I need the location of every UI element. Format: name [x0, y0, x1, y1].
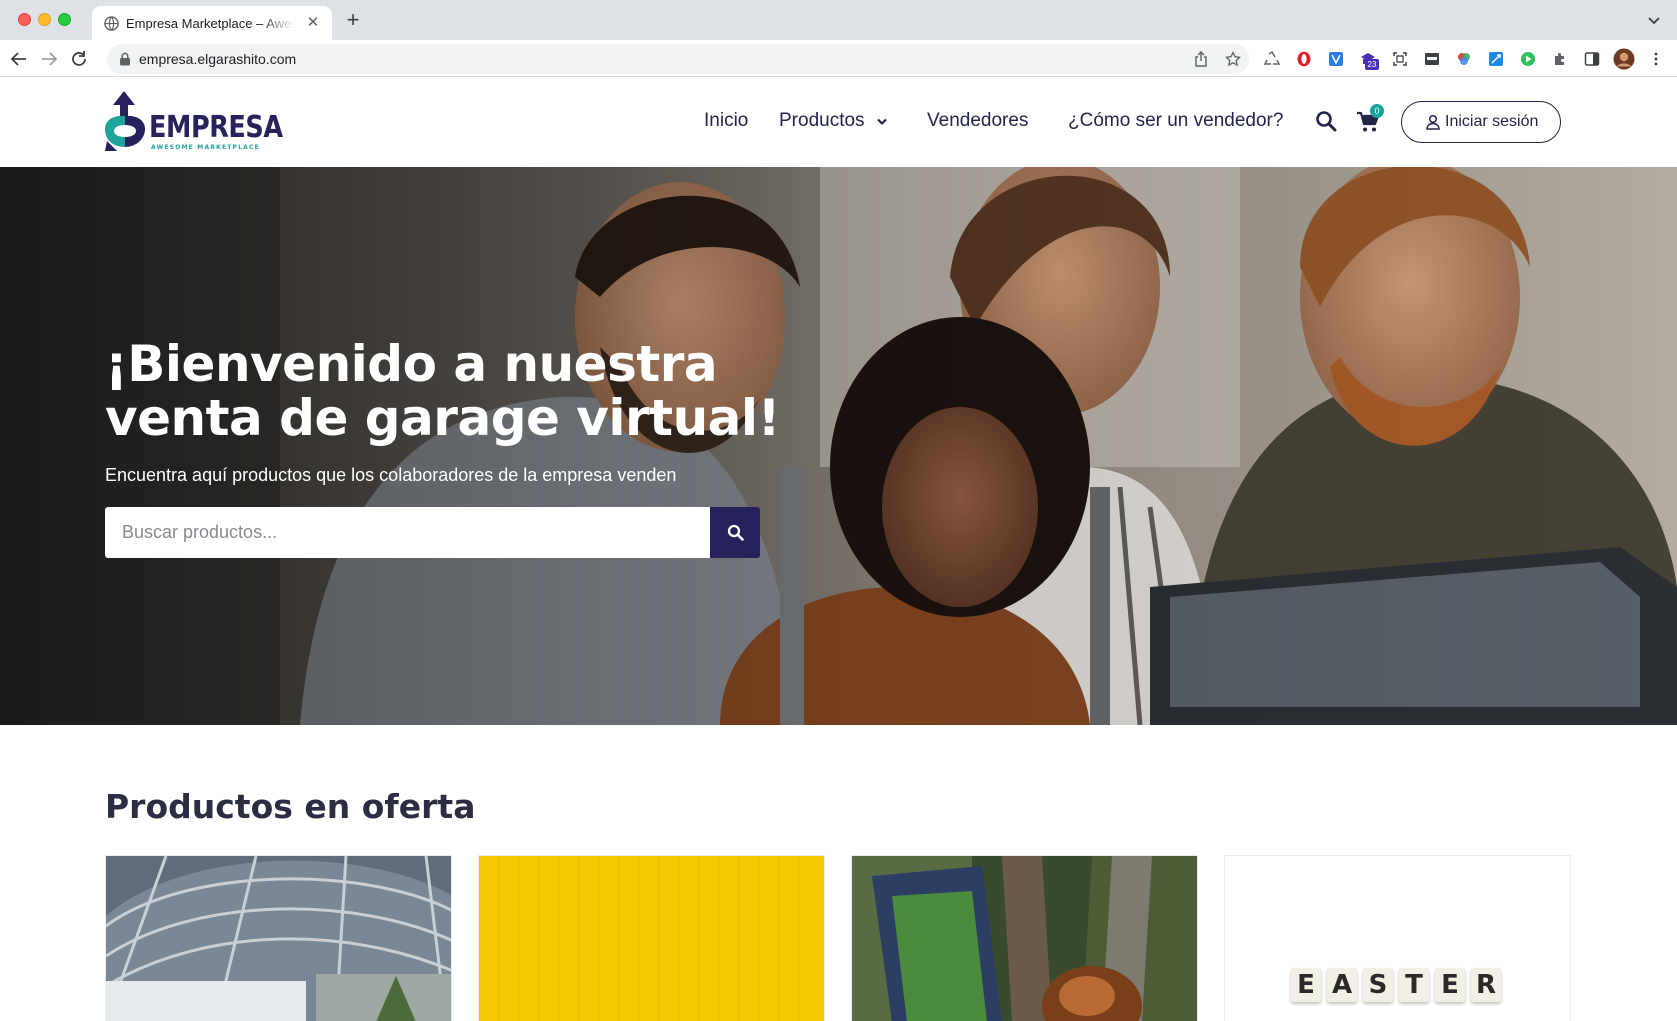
close-window-button[interactable]	[18, 13, 31, 26]
yellow-paper-photo	[479, 856, 824, 1021]
sidebar-icon[interactable]	[1584, 51, 1600, 67]
hero-banner: ¡Bienvenido a nuestra venta de garage vi…	[0, 167, 1677, 725]
browser-tabstrip: Empresa Marketplace – Awesome Marketplac…	[0, 0, 1677, 40]
tab-title: Empresa Marketplace – Awesome Marketplac…	[126, 16, 294, 31]
browser-toolbar: empresa.elgarashito.com 23	[0, 40, 1677, 77]
forward-icon[interactable]	[38, 48, 60, 70]
star-icon[interactable]	[1225, 51, 1241, 67]
tab-close-icon[interactable]: ✕	[304, 14, 322, 32]
login-button[interactable]: Iniciar sesión	[1401, 101, 1561, 143]
opera-extension-icon[interactable]	[1296, 51, 1312, 67]
lock-icon[interactable]	[119, 52, 131, 66]
nav-productos[interactable]: Productos	[779, 110, 865, 132]
search-icon	[727, 524, 744, 541]
hero-title: ¡Bienvenido a nuestra venta de garage vi…	[105, 335, 780, 447]
offers-section-title: Productos en oferta	[105, 787, 476, 826]
letter-tile: T	[1399, 968, 1429, 1002]
logo-wordmark: EMPRESA	[149, 110, 283, 145]
colorpicker-extension-icon[interactable]	[1456, 51, 1472, 67]
nav-vendedores[interactable]: Vendedores	[927, 110, 1028, 132]
product-search-button[interactable]	[710, 507, 760, 558]
easter-tiles: E A S T E R	[1291, 968, 1501, 1002]
logo-tagline: AWESOME MARKETPLACE	[151, 144, 260, 151]
logo-mark-icon	[105, 91, 145, 151]
letter-tile: S	[1363, 968, 1393, 1002]
letter-tile: E	[1291, 968, 1321, 1002]
globe-icon	[104, 16, 119, 31]
product-card[interactable]	[478, 855, 825, 1021]
chevron-down-icon[interactable]	[876, 116, 888, 128]
search-icon[interactable]	[1315, 110, 1337, 132]
login-label: Iniciar sesión	[1445, 113, 1539, 130]
product-card[interactable]	[105, 855, 452, 1021]
reload-icon[interactable]	[68, 48, 90, 70]
shoe-photo	[852, 856, 1197, 1021]
cart-count-badge: 0	[1370, 104, 1384, 118]
hero-subtitle: Encuentra aquí productos que los colabor…	[105, 465, 677, 485]
site-logo[interactable]: EMPRESA AWESOME MARKETPLACE	[103, 91, 283, 153]
recycle-extension-icon[interactable]	[1264, 51, 1280, 67]
screenshot-extension-icon[interactable]	[1392, 51, 1408, 67]
nav-como-ser-vendedor[interactable]: ¿Cómo ser un vendedor?	[1068, 110, 1283, 132]
back-icon[interactable]	[8, 48, 30, 70]
extensions-icon[interactable]	[1552, 51, 1568, 67]
new-tab-button[interactable]: +	[342, 9, 364, 31]
nav-inicio[interactable]: Inicio	[704, 110, 748, 132]
product-search-input[interactable]	[105, 507, 710, 558]
greenhouse-photo	[106, 856, 451, 1021]
browser-tab-active[interactable]: Empresa Marketplace – Awesome Marketplac…	[92, 6, 332, 40]
site-header: EMPRESA AWESOME MARKETPLACE Inicio Produ…	[0, 77, 1677, 167]
product-card[interactable]	[851, 855, 1198, 1021]
tools-extension-icon[interactable]	[1488, 51, 1504, 67]
maximize-window-button[interactable]	[58, 13, 71, 26]
profile-avatar[interactable]	[1613, 48, 1635, 70]
letter-tile: E	[1435, 968, 1465, 1002]
chevron-down-icon[interactable]	[1646, 12, 1662, 28]
url-text: empresa.elgarashito.com	[139, 51, 297, 67]
play-extension-icon[interactable]	[1520, 51, 1536, 67]
translate-extension-icon[interactable]	[1328, 51, 1344, 67]
extension-badge: 23	[1365, 59, 1379, 70]
user-icon	[1426, 114, 1440, 130]
menu-icon[interactable]	[1648, 51, 1664, 67]
letter-tile: A	[1327, 968, 1357, 1002]
news-extension-icon[interactable]	[1424, 51, 1440, 67]
minimize-window-button[interactable]	[38, 13, 51, 26]
share-icon[interactable]	[1193, 51, 1209, 67]
letter-tile: R	[1471, 968, 1501, 1002]
product-card[interactable]: E A S T E R	[1224, 855, 1571, 1021]
address-bar[interactable]: empresa.elgarashito.com	[107, 44, 1249, 74]
